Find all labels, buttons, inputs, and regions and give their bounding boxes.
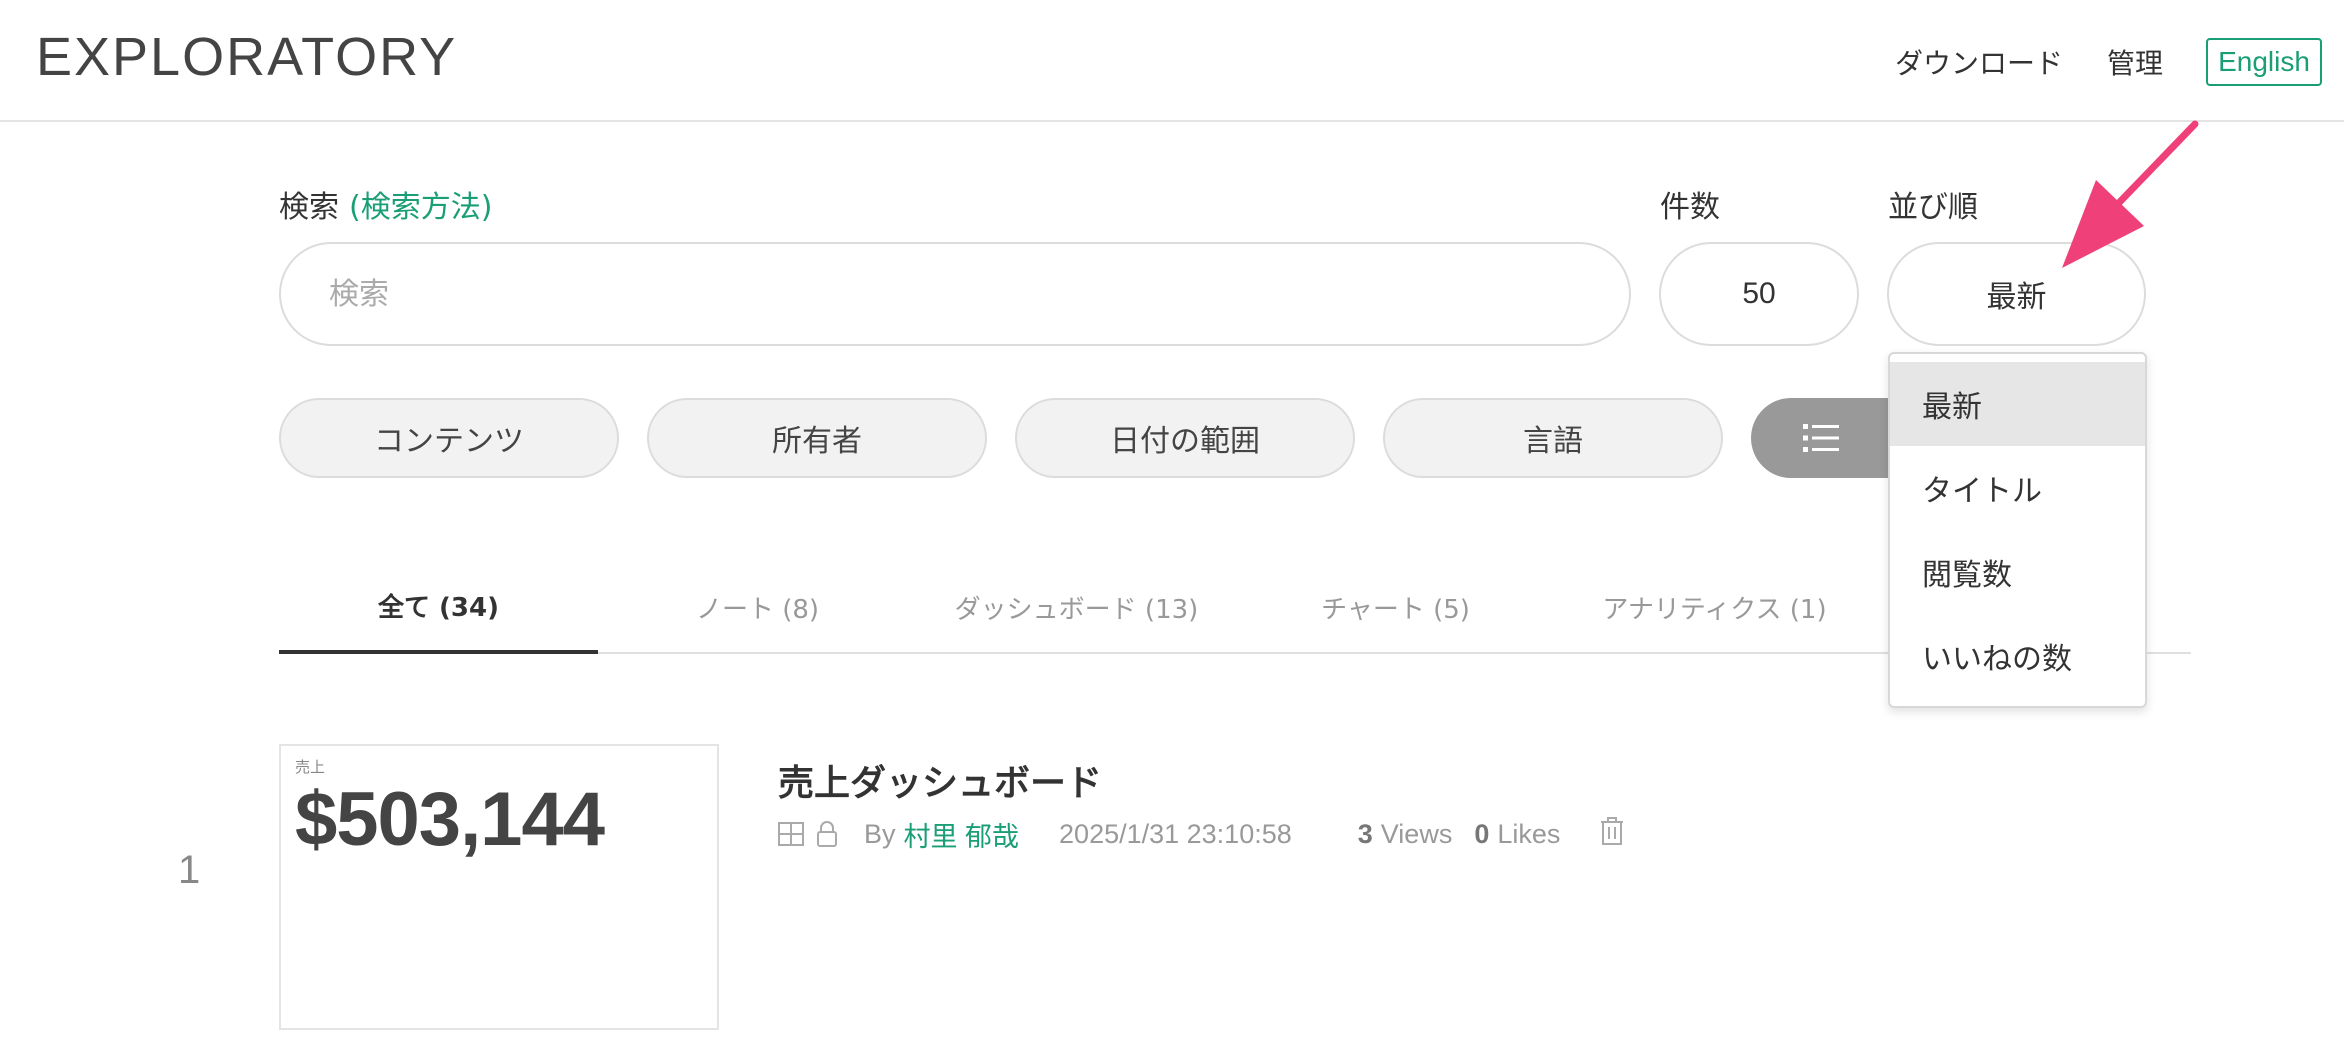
views-count: 3: [1357, 818, 1373, 849]
count-select[interactable]: 50: [1659, 242, 1859, 346]
dashboard-grid-icon: [778, 822, 804, 846]
sort-option-newest[interactable]: 最新: [1890, 362, 2145, 446]
search-help-link[interactable]: (検索方法): [349, 190, 492, 225]
thumbnail-label: 売上: [295, 758, 326, 776]
by-label: By: [864, 818, 896, 849]
sort-dropdown-menu: 最新 タイトル 閲覧数 いいねの数: [1888, 352, 2147, 708]
search-label: 検索 (検索方法): [279, 182, 492, 226]
tab-notes[interactable]: ノート (8): [598, 560, 917, 654]
list-view-icon: [1803, 424, 1839, 452]
sort-option-title[interactable]: タイトル: [1890, 446, 2145, 530]
sort-label: 並び順: [1888, 190, 1978, 225]
sort-option-views[interactable]: 閲覧数: [1890, 530, 2145, 614]
filter-date-range-button[interactable]: 日付の範囲: [1015, 398, 1355, 478]
nav-download-link[interactable]: ダウンロード: [1895, 42, 2063, 82]
filter-content-button[interactable]: コンテンツ: [279, 398, 619, 478]
tab-dashboards[interactable]: ダッシュボード (13): [917, 560, 1236, 654]
views-label: Views: [1380, 818, 1453, 849]
count-label: 件数: [1660, 190, 1720, 225]
likes-count: 0: [1474, 818, 1490, 849]
row-index: 1: [178, 848, 201, 892]
sort-option-likes[interactable]: いいねの数: [1890, 614, 2145, 698]
thumbnail-value: $503,144: [295, 777, 605, 862]
search-label-text: 検索: [279, 190, 339, 225]
item-title-link[interactable]: 売上ダッシュボード: [778, 754, 1102, 806]
item-date: 2025/1/31 23:10:58: [1059, 818, 1292, 849]
item-thumbnail[interactable]: 売上 $503,144: [279, 744, 719, 1030]
annotation-arrow-icon: [2062, 120, 2199, 268]
tab-analytics[interactable]: アナリティクス (1): [1555, 560, 1874, 654]
filter-language-button[interactable]: 言語: [1383, 398, 1723, 478]
tab-charts[interactable]: チャート (5): [1236, 560, 1555, 654]
list-view-toggle[interactable]: [1751, 398, 1901, 478]
owner-link[interactable]: 村里 郁哉: [904, 815, 1020, 854]
language-button[interactable]: English: [2206, 38, 2322, 86]
top-header: EXPLORATORY ダウンロード 管理 English: [0, 0, 2344, 122]
tab-all[interactable]: 全て (34): [279, 560, 598, 654]
likes-label: Likes: [1497, 818, 1561, 849]
trash-icon[interactable]: [1600, 816, 1624, 852]
app-logo[interactable]: EXPLORATORY: [36, 26, 457, 88]
nav-admin-link[interactable]: 管理: [2107, 42, 2163, 82]
filter-owner-button[interactable]: 所有者: [647, 398, 987, 478]
search-input[interactable]: [279, 242, 1631, 346]
lock-icon: [816, 821, 838, 847]
item-meta: By 村里 郁哉 2025/1/31 23:10:58 3 Views 0 Li…: [778, 812, 1624, 856]
